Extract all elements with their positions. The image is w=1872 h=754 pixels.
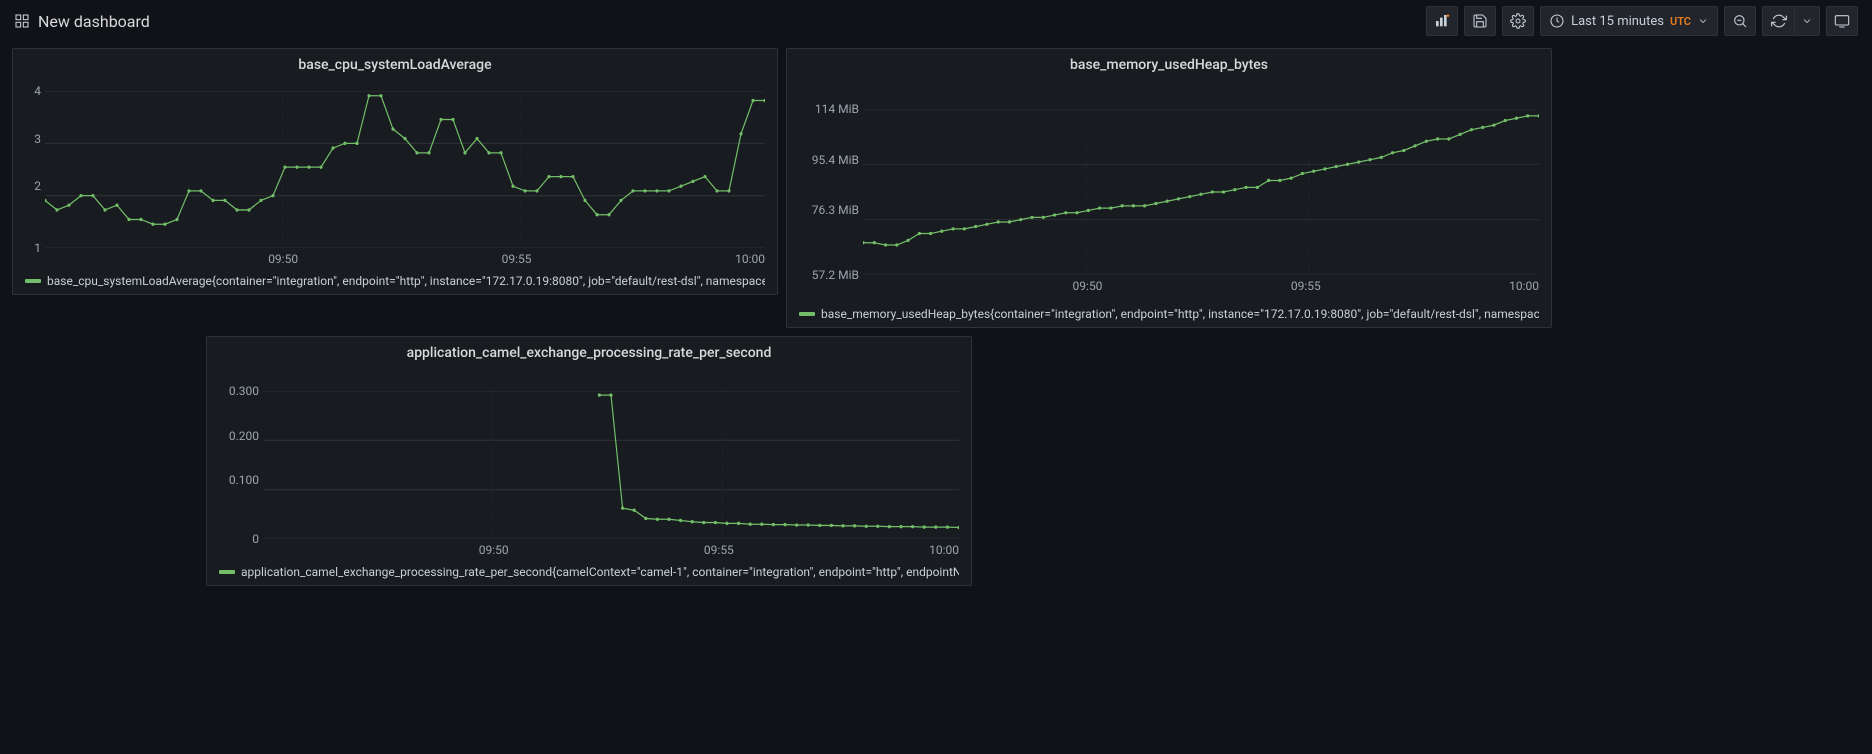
dashboard-grid: base_cpu_systemLoadAverage 4321 09:5009:… xyxy=(0,42,1872,592)
add-panel-button[interactable] xyxy=(1426,6,1458,36)
panel-exchange-rate[interactable]: application_camel_exchange_processing_ra… xyxy=(206,336,972,586)
legend[interactable]: base_memory_usedHeap_bytes{container="in… xyxy=(799,307,1539,321)
plot-area: 09:5009:5510:00 xyxy=(863,109,1539,275)
legend-swatch xyxy=(219,570,235,574)
zoom-out-button[interactable] xyxy=(1724,6,1756,36)
refresh-interval-dropdown[interactable] xyxy=(1794,6,1820,36)
plot-area: 09:5009:5510:00 xyxy=(263,391,959,539)
dashboard-icon xyxy=(14,13,30,29)
legend-swatch xyxy=(799,312,815,316)
page-title: New dashboard xyxy=(38,12,150,31)
time-range-picker[interactable]: Last 15 minutes UTC xyxy=(1540,6,1718,36)
chevron-down-icon xyxy=(1697,15,1709,27)
panel-cpu-load[interactable]: base_cpu_systemLoadAverage 4321 09:5009:… xyxy=(12,48,778,295)
panel-title: base_memory_usedHeap_bytes xyxy=(787,49,1551,77)
settings-button[interactable] xyxy=(1502,6,1534,36)
legend[interactable]: application_camel_exchange_processing_ra… xyxy=(219,565,959,579)
legend-text: base_memory_usedHeap_bytes{container="in… xyxy=(821,307,1539,321)
time-range-label: Last 15 minutes xyxy=(1571,14,1664,29)
y-axis-labels: 0.3000.2000.1000 xyxy=(219,391,259,539)
x-axis-labels: 09:5009:5510:00 xyxy=(263,543,959,557)
x-axis-labels: 09:5009:5510:00 xyxy=(863,279,1539,293)
legend[interactable]: base_cpu_systemLoadAverage{container="in… xyxy=(25,274,765,288)
panel-memory-heap[interactable]: base_memory_usedHeap_bytes 114 MiB95.4 M… xyxy=(786,48,1552,328)
legend-text: base_cpu_systemLoadAverage{container="in… xyxy=(47,274,765,288)
y-axis-labels: 114 MiB95.4 MiB76.3 MiB57.2 MiB xyxy=(799,109,859,275)
plot-area: 09:5009:5510:00 xyxy=(45,91,765,248)
tv-mode-button[interactable] xyxy=(1826,6,1858,36)
panel-title: application_camel_exchange_processing_ra… xyxy=(207,337,971,365)
save-button[interactable] xyxy=(1464,6,1496,36)
refresh-button[interactable] xyxy=(1762,6,1794,36)
legend-swatch xyxy=(25,279,41,283)
legend-text: application_camel_exchange_processing_ra… xyxy=(241,565,959,579)
y-axis-labels: 4321 xyxy=(25,91,41,248)
timezone-badge: UTC xyxy=(1670,15,1691,28)
x-axis-labels: 09:5009:5510:00 xyxy=(45,252,765,266)
toolbar: New dashboard Last 15 minutes UTC xyxy=(0,0,1872,42)
panel-title: base_cpu_systemLoadAverage xyxy=(13,49,777,77)
chevron-down-icon xyxy=(1801,15,1813,27)
